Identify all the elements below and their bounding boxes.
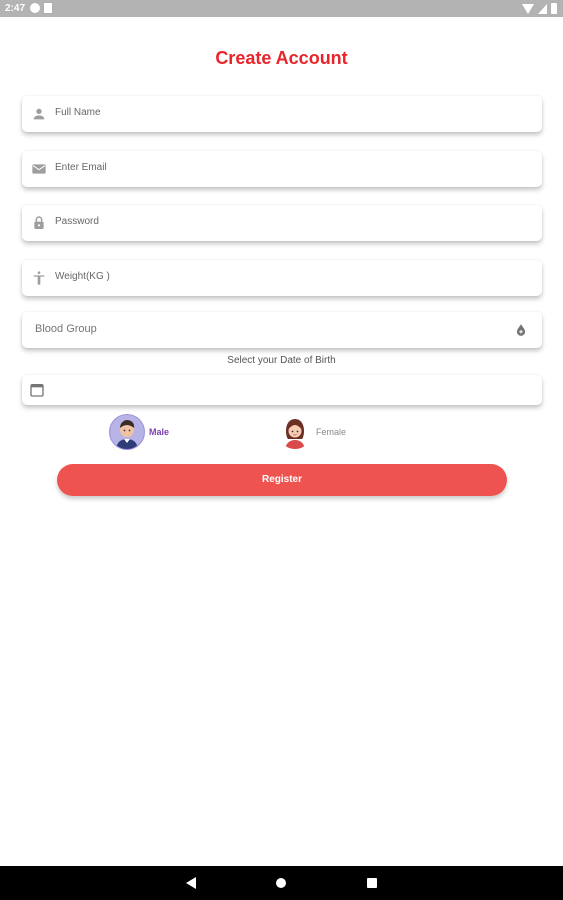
weight-placeholder: Weight(KG ) [55, 271, 110, 282]
full-name-field[interactable]: Full Name [22, 96, 542, 132]
full-name-placeholder: Full Name [55, 107, 101, 118]
navigation-bar [0, 866, 563, 900]
female-avatar-icon [278, 415, 312, 449]
blood-group-dropdown[interactable]: Blood Group [22, 312, 542, 348]
lock-icon [34, 216, 44, 229]
female-label: Female [316, 427, 347, 437]
email-placeholder: Enter Email [55, 162, 107, 173]
date-of-birth-field[interactable] [22, 375, 542, 405]
status-bar: 2:47 [0, 0, 563, 17]
page-title: Create Account [215, 48, 348, 68]
password-field[interactable]: Password [22, 205, 542, 241]
male-label: Male [149, 427, 170, 437]
app-notification-icon [30, 3, 40, 13]
blood-group-placeholder: Blood Group [35, 323, 97, 335]
gender-female-option[interactable]: Female [278, 414, 346, 450]
mail-icon [32, 164, 46, 174]
recent-apps-icon[interactable] [367, 878, 377, 888]
email-field[interactable]: Enter Email [22, 151, 542, 187]
battery-icon [551, 3, 557, 14]
blood-drop-icon [516, 324, 526, 336]
person-icon [33, 108, 45, 120]
password-placeholder: Password [55, 216, 99, 227]
calendar-icon [30, 384, 44, 397]
back-icon[interactable] [186, 877, 196, 889]
home-icon[interactable] [276, 878, 286, 888]
dob-label: Select your Date of Birth [227, 355, 336, 366]
weight-field[interactable]: Weight(KG ) [22, 260, 542, 296]
wifi-icon [522, 3, 534, 14]
status-time: 2:47 [5, 3, 26, 14]
gender-male-option[interactable]: Male [109, 414, 169, 450]
register-button[interactable]: Register [57, 464, 507, 496]
male-avatar-icon [109, 414, 145, 450]
signal-icon [538, 3, 547, 14]
accessibility-icon [33, 271, 45, 285]
sd-card-icon [44, 3, 52, 13]
